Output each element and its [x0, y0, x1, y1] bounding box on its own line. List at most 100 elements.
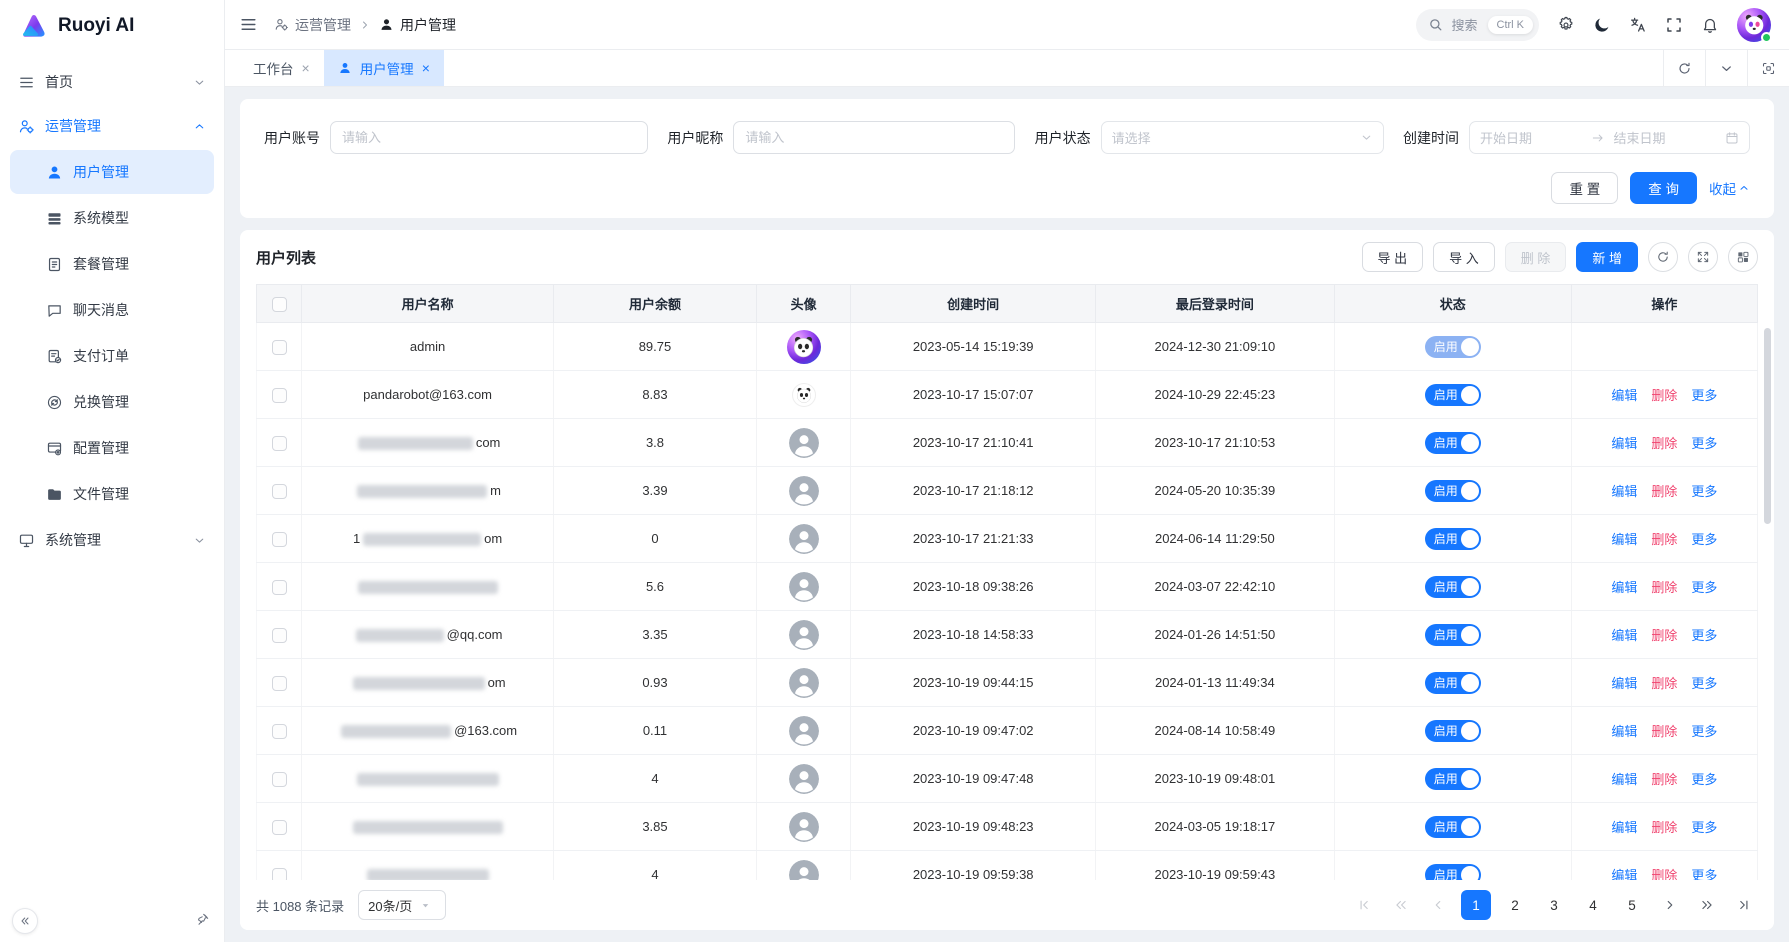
collapse-filter-link[interactable]: 收起: [1709, 178, 1750, 198]
edit-link[interactable]: 编辑: [1611, 820, 1637, 835]
row-checkbox[interactable]: [272, 772, 287, 787]
sidebar-item-home[interactable]: 首页: [6, 60, 218, 104]
more-link[interactable]: 更多: [1691, 676, 1717, 691]
pagination-last-button[interactable]: [1730, 891, 1758, 919]
pagination-page-5[interactable]: 5: [1617, 890, 1647, 920]
more-link[interactable]: 更多: [1691, 436, 1717, 451]
sidebar-toggle-button[interactable]: [239, 15, 258, 34]
notification-icon[interactable]: [1701, 16, 1719, 34]
edit-link[interactable]: 编辑: [1611, 484, 1637, 499]
pagination-page-2[interactable]: 2: [1500, 890, 1530, 920]
sidebar-item-models[interactable]: 系统模型: [10, 196, 214, 240]
expand-table-button[interactable]: [1688, 242, 1718, 272]
add-button[interactable]: 新 增: [1576, 242, 1638, 272]
tab-maximize-button[interactable]: [1747, 50, 1789, 86]
nickname-input[interactable]: [733, 121, 1015, 154]
status-toggle[interactable]: 启用: [1425, 576, 1481, 598]
pagination-jump-forward-button[interactable]: [1693, 891, 1721, 919]
page-size-select[interactable]: 20条/页: [358, 890, 446, 920]
delete-link[interactable]: 删除: [1651, 580, 1677, 595]
row-checkbox[interactable]: [272, 724, 287, 739]
translate-icon[interactable]: [1629, 16, 1647, 34]
status-select[interactable]: 请选择: [1101, 121, 1384, 154]
status-toggle[interactable]: 启用: [1425, 864, 1481, 881]
row-checkbox[interactable]: [272, 628, 287, 643]
edit-link[interactable]: 编辑: [1611, 532, 1637, 547]
more-link[interactable]: 更多: [1691, 388, 1717, 403]
status-toggle[interactable]: 启用: [1425, 528, 1481, 550]
edit-link[interactable]: 编辑: [1611, 724, 1637, 739]
delete-link[interactable]: 删除: [1651, 628, 1677, 643]
reset-button[interactable]: 重 置: [1551, 172, 1618, 204]
delete-link[interactable]: 删除: [1651, 772, 1677, 787]
sidebar-item-redeem[interactable]: 兑换管理: [10, 380, 214, 424]
row-checkbox[interactable]: [272, 580, 287, 595]
more-link[interactable]: 更多: [1691, 820, 1717, 835]
global-search[interactable]: 搜索 Ctrl K: [1416, 9, 1539, 41]
breadcrumb-item-operations[interactable]: 运营管理: [274, 15, 351, 35]
edit-link[interactable]: 编辑: [1611, 772, 1637, 787]
row-checkbox[interactable]: [272, 676, 287, 691]
delete-link[interactable]: 删除: [1651, 436, 1677, 451]
delete-link[interactable]: 删除: [1651, 388, 1677, 403]
more-link[interactable]: 更多: [1691, 868, 1717, 880]
search-button[interactable]: 查 询: [1630, 172, 1697, 204]
row-checkbox[interactable]: [272, 436, 287, 451]
close-tab-icon[interactable]: ×: [302, 61, 310, 75]
status-toggle[interactable]: 启用: [1425, 384, 1481, 406]
row-checkbox[interactable]: [272, 388, 287, 403]
close-tab-icon[interactable]: ×: [422, 61, 430, 75]
export-button[interactable]: 导 出: [1362, 242, 1424, 272]
sidebar-pin-button[interactable]: [194, 912, 212, 930]
tab-workbench[interactable]: 工作台×: [239, 50, 324, 86]
user-avatar[interactable]: [1737, 8, 1771, 42]
pagination-first-button[interactable]: [1350, 891, 1378, 919]
sidebar-item-users[interactable]: 用户管理: [10, 150, 214, 194]
edit-link[interactable]: 编辑: [1611, 868, 1637, 880]
sidebar-item-config[interactable]: 配置管理: [10, 426, 214, 470]
delete-link[interactable]: 删除: [1651, 484, 1677, 499]
delete-link[interactable]: 删除: [1651, 724, 1677, 739]
status-toggle[interactable]: 启用: [1425, 768, 1481, 790]
status-toggle[interactable]: 启用: [1425, 336, 1481, 358]
row-checkbox[interactable]: [272, 484, 287, 499]
delete-link[interactable]: 删除: [1651, 532, 1677, 547]
breadcrumb-item-users[interactable]: 用户管理: [379, 15, 456, 35]
status-toggle[interactable]: 启用: [1425, 816, 1481, 838]
sidebar-item-files[interactable]: 文件管理: [10, 472, 214, 516]
status-toggle[interactable]: 启用: [1425, 720, 1481, 742]
more-link[interactable]: 更多: [1691, 580, 1717, 595]
pagination-page-4[interactable]: 4: [1578, 890, 1608, 920]
sidebar-item-chat[interactable]: 聊天消息: [10, 288, 214, 332]
pagination-prev-button[interactable]: [1424, 891, 1452, 919]
more-link[interactable]: 更多: [1691, 772, 1717, 787]
pagination-next-button[interactable]: [1656, 891, 1684, 919]
theme-moon-icon[interactable]: [1593, 16, 1611, 34]
status-toggle[interactable]: 启用: [1425, 480, 1481, 502]
import-button[interactable]: 导 入: [1433, 242, 1495, 272]
row-checkbox[interactable]: [272, 868, 287, 880]
delete-link[interactable]: 删除: [1651, 868, 1677, 880]
status-toggle[interactable]: 启用: [1425, 672, 1481, 694]
table-scrollbar[interactable]: [1764, 328, 1771, 524]
tab-menu-button[interactable]: [1705, 50, 1747, 86]
pagination-page-3[interactable]: 3: [1539, 890, 1569, 920]
more-link[interactable]: 更多: [1691, 484, 1717, 499]
sidebar-item-system[interactable]: 系统管理: [6, 518, 218, 562]
row-checkbox[interactable]: [272, 340, 287, 355]
more-link[interactable]: 更多: [1691, 724, 1717, 739]
delete-link[interactable]: 删除: [1651, 676, 1677, 691]
sidebar-item-orders[interactable]: 支付订单: [10, 334, 214, 378]
tab-refresh-button[interactable]: [1663, 50, 1705, 86]
delete-link[interactable]: 删除: [1651, 820, 1677, 835]
select-all-checkbox[interactable]: [272, 297, 287, 312]
sidebar-item-packages[interactable]: 套餐管理: [10, 242, 214, 286]
edit-link[interactable]: 编辑: [1611, 580, 1637, 595]
refresh-table-button[interactable]: [1648, 242, 1678, 272]
edit-link[interactable]: 编辑: [1611, 388, 1637, 403]
account-input[interactable]: [330, 121, 648, 154]
row-checkbox[interactable]: [272, 820, 287, 835]
sidebar-item-operations[interactable]: 运营管理: [6, 104, 218, 148]
delete-button[interactable]: 删 除: [1505, 242, 1567, 272]
more-link[interactable]: 更多: [1691, 532, 1717, 547]
